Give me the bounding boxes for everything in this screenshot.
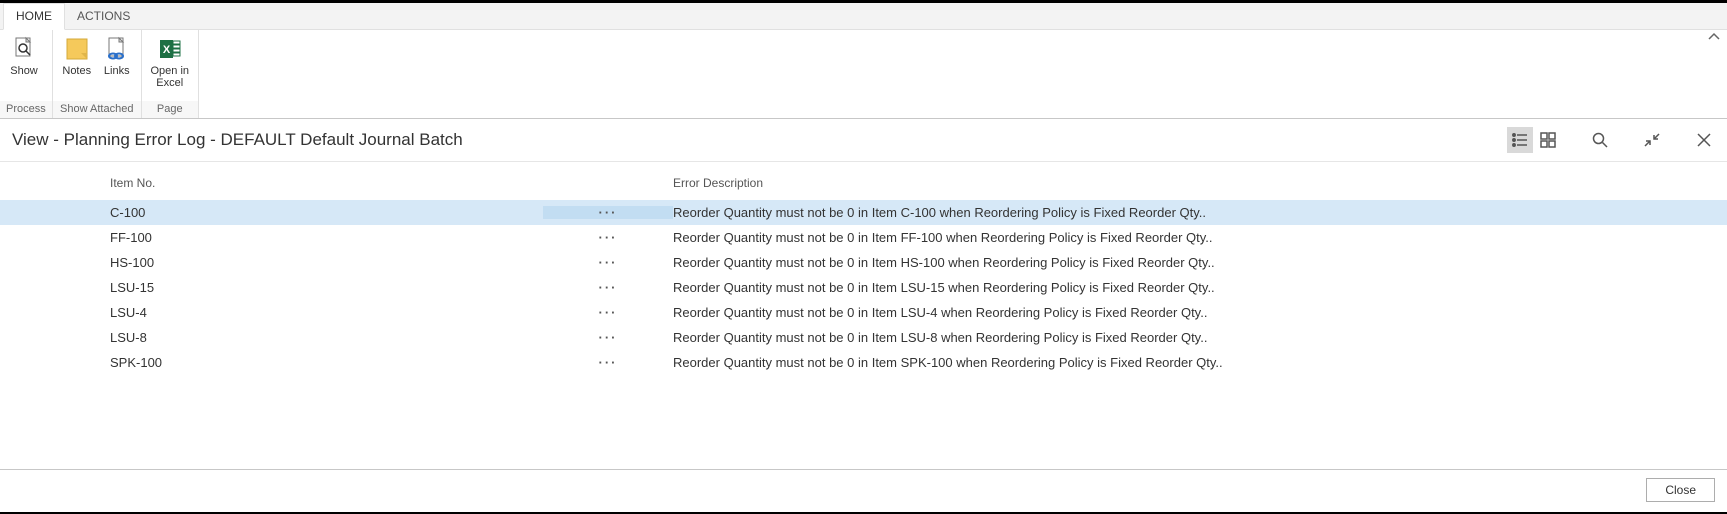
cell-error-desc: Reorder Quantity must not be 0 in Item L… [673,305,1727,320]
show-label: Show [10,65,38,77]
ellipsis-icon: ··· [599,331,618,344]
ribbon-tabs: HOME ACTIONS [0,3,1727,30]
cell-error-desc: Reorder Quantity must not be 0 in Item L… [673,280,1727,295]
page-title: View - Planning Error Log - DEFAULT Defa… [12,130,463,150]
links-button[interactable]: Links [97,34,137,79]
close-x-button[interactable] [1691,127,1717,153]
table-row[interactable]: C-100 ··· Reorder Quantity must not be 0 i… [0,200,1727,225]
ribbon-group-process-label: Process [0,101,52,118]
collapse-button[interactable] [1639,127,1665,153]
cell-error-desc: Reorder Quantity must not be 0 in Item H… [673,255,1727,270]
cell-item-no: LSU-15 [108,280,543,295]
grid-view-icon [1539,131,1557,149]
cell-error-desc: Reorder Quantity must not be 0 in Item S… [673,355,1727,370]
ellipsis-icon: ··· [599,256,618,269]
links-icon [104,36,130,62]
ribbon-group-attached-label: Show Attached [53,101,141,118]
cell-error-desc: Reorder Quantity must not be 0 in Item C… [673,205,1727,220]
col-header-item-no[interactable]: Item No. [108,176,543,190]
grid: Item No. Error Description C-100 ··· Reord… [0,162,1727,469]
window: HOME ACTIONS Show Process Notes [0,0,1727,514]
table-row[interactable]: LSU-15 ··· Reorder Quantity must not be 0 … [0,275,1727,300]
grid-header: Item No. Error Description [0,162,1727,200]
ellipsis-icon: ··· [599,231,618,244]
row-actions-button[interactable]: ··· [543,231,673,244]
row-actions-button[interactable]: ··· [543,206,673,219]
notes-label: Notes [62,65,91,77]
col-header-error-desc[interactable]: Error Description [673,176,1727,190]
row-actions-button[interactable]: ··· [543,331,673,344]
page-header: View - Planning Error Log - DEFAULT Defa… [0,119,1727,162]
grid-view-button[interactable] [1535,127,1561,153]
search-button[interactable] [1587,127,1613,153]
ellipsis-icon: ··· [599,206,618,219]
ribbon: Show Process Notes Links Show Attached [0,30,1727,119]
row-actions-button[interactable]: ··· [543,256,673,269]
footer: Close [0,469,1727,512]
view-toggle-group [1507,127,1561,153]
cell-item-no: LSU-4 [108,305,543,320]
cell-error-desc: Reorder Quantity must not be 0 in Item L… [673,330,1727,345]
table-row[interactable]: HS-100 ··· Reorder Quantity must not be 0 … [0,250,1727,275]
cell-item-no: SPK-100 [108,355,543,370]
row-actions-button[interactable]: ··· [543,306,673,319]
links-label: Links [104,65,130,77]
cell-error-desc: Reorder Quantity must not be 0 in Item F… [673,230,1727,245]
ellipsis-icon: ··· [599,281,618,294]
close-icon [1695,131,1713,149]
row-actions-button[interactable]: ··· [543,356,673,369]
table-row[interactable]: LSU-8 ··· Reorder Quantity must not be 0 i… [0,325,1727,350]
tab-actions[interactable]: ACTIONS [65,4,142,29]
show-button[interactable]: Show [4,34,44,79]
tab-home[interactable]: HOME [3,3,65,30]
close-button[interactable]: Close [1646,478,1715,502]
cell-item-no: C-100 [108,205,543,220]
table-row[interactable]: SPK-100 ··· Reorder Quantity must not be 0… [0,350,1727,375]
excel-icon: X [157,36,183,62]
open-in-excel-label: Open in Excel [150,65,189,89]
ribbon-group-process: Show Process [0,30,53,118]
table-row[interactable]: LSU-4 ··· Reorder Quantity must not be 0 i… [0,300,1727,325]
open-in-excel-button[interactable]: X Open in Excel [146,34,194,91]
ribbon-collapse-icon[interactable] [1707,32,1721,45]
grid-body: C-100 ··· Reorder Quantity must not be 0 i… [0,200,1727,375]
row-actions-button[interactable]: ··· [543,281,673,294]
collapse-icon [1643,131,1661,149]
notes-button[interactable]: Notes [57,34,97,79]
magnifier-page-icon [11,36,37,62]
ribbon-group-show-attached: Notes Links Show Attached [53,30,142,118]
cell-item-no: HS-100 [108,255,543,270]
notes-icon [64,36,90,62]
list-view-icon [1511,131,1529,149]
ribbon-group-page-label: Page [142,101,198,118]
list-view-button[interactable] [1507,127,1533,153]
ellipsis-icon: ··· [599,356,618,369]
table-row[interactable]: FF-100 ··· Reorder Quantity must not be 0 … [0,225,1727,250]
search-icon [1591,131,1609,149]
ellipsis-icon: ··· [599,306,618,319]
header-actions [1507,127,1717,153]
svg-text:X: X [163,44,171,56]
cell-item-no: FF-100 [108,230,543,245]
ribbon-group-page: X Open in Excel Page [142,30,199,118]
cell-item-no: LSU-8 [108,330,543,345]
